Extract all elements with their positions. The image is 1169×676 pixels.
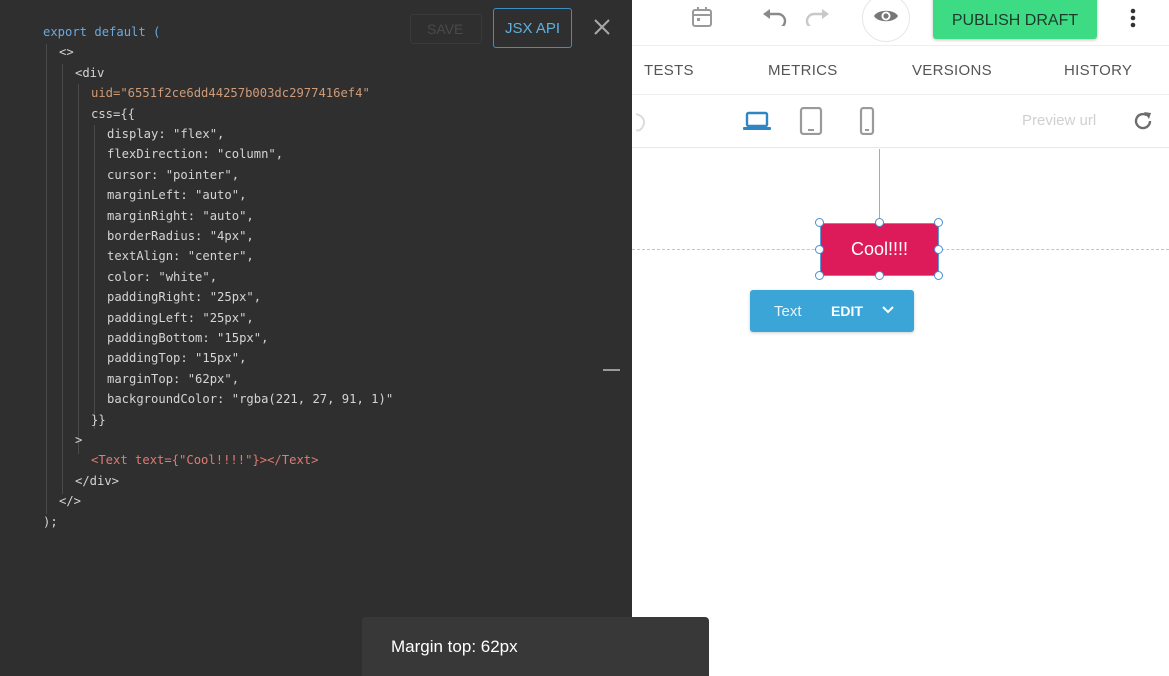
code-line: display: "flex", <box>107 127 225 141</box>
selection-frame <box>820 223 939 276</box>
margin-guide-vertical <box>879 149 880 223</box>
resize-handle-top-right[interactable] <box>934 218 943 227</box>
toast-message: Margin top: 62px <box>391 637 518 656</box>
code-line: <div <box>75 65 105 80</box>
app-root: PUBLISH DRAFT TESTS METRICS VERSIONS HIS… <box>0 0 1169 676</box>
redo-icon[interactable] <box>802 6 832 28</box>
resize-handle-middle-right[interactable] <box>934 245 943 254</box>
code-line: <> <box>59 45 74 60</box>
edit-button[interactable]: EDIT <box>831 303 863 319</box>
code-line: css={{ <box>91 106 136 121</box>
jsx-api-button[interactable]: JSX API <box>493 8 572 48</box>
calendar-icon[interactable] <box>690 4 714 30</box>
code-line: > <box>75 433 83 447</box>
resize-handle-middle-left[interactable] <box>815 245 824 254</box>
resize-handle-bottom-right[interactable] <box>934 271 943 280</box>
code-line: textAlign: "center", <box>107 249 254 264</box>
resize-handle-top-middle[interactable] <box>875 218 884 227</box>
tablet-icon[interactable] <box>798 106 824 136</box>
close-icon[interactable] <box>591 16 613 38</box>
code-line: </div> <box>75 473 120 488</box>
code-line: <Text text={"Cool!!!!"}></Text> <box>91 453 319 468</box>
tab-metrics[interactable]: METRICS <box>768 62 838 79</box>
code-line: marginRight: "auto", <box>107 208 254 223</box>
laptop-icon[interactable] <box>741 108 773 134</box>
resize-handle-top-left[interactable] <box>815 218 824 227</box>
jsx-code-panel: SAVE JSX API export default ( <> <div ui… <box>0 0 632 676</box>
tab-versions[interactable]: VERSIONS <box>912 62 992 79</box>
code-line: paddingTop: "15px", <box>107 351 247 366</box>
code-line: uid="6551f2ce6dd44257b003dc2977416ef4" <box>91 86 370 101</box>
code-line: backgroundColor: "rgba(221, 27, 91, 1)" <box>107 392 394 407</box>
code-line: </> <box>59 494 82 509</box>
fire-icon[interactable] <box>632 108 652 134</box>
refresh-icon[interactable] <box>1131 109 1155 133</box>
code-line: ); <box>43 514 58 529</box>
undo-icon[interactable] <box>760 6 790 28</box>
tab-tests[interactable]: TESTS <box>644 62 694 79</box>
code-line: marginTop: "62px", <box>107 371 240 386</box>
code-line: color: "white", <box>107 269 218 284</box>
code-line: paddingRight: "25px", <box>107 290 262 305</box>
collapse-handle[interactable] <box>603 369 620 371</box>
chevron-down-icon[interactable] <box>881 302 895 321</box>
element-toolbar: Text EDIT <box>750 290 914 332</box>
code-line: flexDirection: "column", <box>107 147 284 162</box>
more-options-icon[interactable] <box>1123 6 1143 30</box>
resize-handle-bottom-middle[interactable] <box>875 271 884 280</box>
element-type-label: Text <box>774 303 802 320</box>
save-button-behind: SAVE <box>410 14 482 44</box>
code-line: paddingLeft: "25px", <box>107 310 254 325</box>
code-line: borderRadius: "4px", <box>107 229 254 243</box>
code-line: }} <box>91 412 106 427</box>
code-line: cursor: "pointer", <box>107 167 240 182</box>
preview-url-input[interactable]: Preview url <box>1022 112 1096 129</box>
code-line: paddingBottom: "15px", <box>107 331 269 345</box>
resize-handle-bottom-left[interactable] <box>815 271 824 280</box>
code-line: export default ( <box>43 25 161 39</box>
phone-icon[interactable] <box>857 106 877 136</box>
eye-icon <box>873 7 899 30</box>
code-line: marginLeft: "auto", <box>107 188 247 203</box>
publish-draft-button[interactable]: PUBLISH DRAFT <box>933 0 1097 39</box>
status-toast: Margin top: 62px <box>362 617 709 676</box>
tab-history[interactable]: HISTORY <box>1064 62 1132 79</box>
